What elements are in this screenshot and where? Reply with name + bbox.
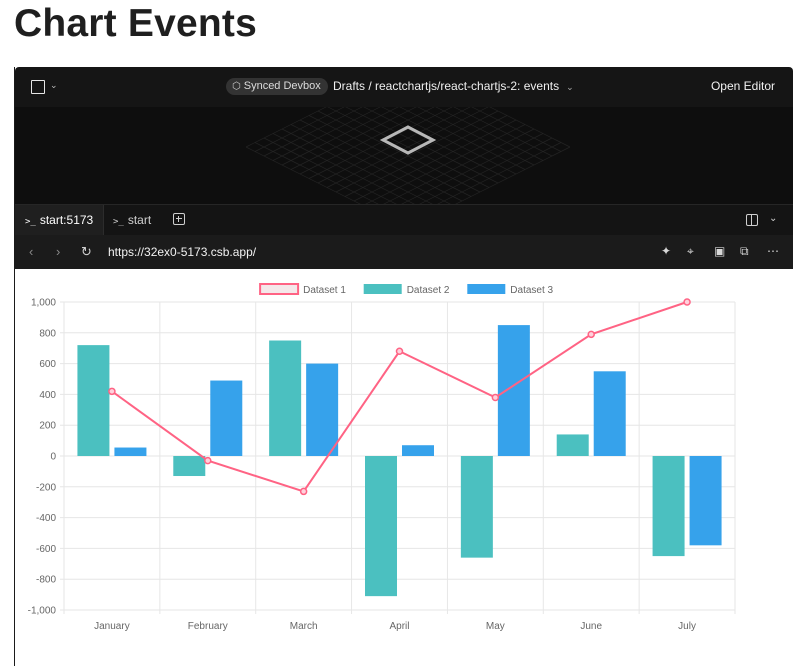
terminal-tabbar: >_ start:5173 >_ start ⌄ [15,204,793,235]
bar-dataset-3 [114,447,147,456]
sandbox-frame: ⌄ ⬡ Synced Devbox Drafts / reactchartjs/r… [14,67,793,666]
bar-dataset-3 [306,363,339,456]
y-tick-label: 200 [39,421,56,432]
terminal-prompt-icon: >_ [25,217,36,227]
chart[interactable]: 1,000 800 600 400 200 0 -200 -400 -600 -800 -1,000… [15,269,793,666]
x-tick-label: April [389,621,409,632]
bar-dataset-3 [497,325,530,456]
line-point [204,456,212,465]
breadcrumb[interactable]: Drafts / reactchartjs/react-chartjs-2: e… [333,79,574,93]
line-point [587,330,595,339]
isometric-grid-graphic [245,107,571,204]
bar-dataset-2 [652,456,685,557]
legend-swatch [363,284,402,294]
browser-urlbar: ‹ › ↻ https://32ex0-5173.csb.app/ ✦ ⌖ ▣ … [15,235,793,269]
legend-label: Dataset 1 [303,285,346,296]
line-point [683,298,691,306]
tab-label: start [127,213,152,227]
badge-label: Synced Devbox [243,80,321,92]
tab-start-5173[interactable]: >_ start:5173 [15,205,105,235]
legend-swatch [259,283,300,295]
y-tick-label: 0 [50,452,56,463]
line-point [395,347,404,356]
terminal-icon[interactable]: ▣ [714,244,725,258]
tab-start[interactable]: >_ start [103,205,161,235]
bar-dataset-3 [210,380,243,456]
page-title: Chart Events [14,2,257,45]
x-tick-label: June [580,621,602,632]
more-icon[interactable]: ⋯ [767,244,779,258]
add-tab-icon[interactable] [173,213,185,225]
bar-dataset-2 [556,434,589,456]
reload-icon[interactable]: ↻ [81,244,92,260]
bar-dataset-2 [269,340,302,456]
y-tick-label: 1,000 [31,298,56,309]
chevron-down-icon[interactable]: ⌄ [769,213,777,224]
y-tick-label: 800 [39,328,56,339]
x-tick-label: March [290,621,318,632]
crosshair-icon[interactable]: ⌖ [687,244,694,259]
y-tick-label: 400 [39,390,56,401]
bar-dataset-3 [593,371,626,456]
tab-label: start:5173 [39,213,94,227]
y-tick-label: -600 [36,544,56,555]
y-tick-label: -200 [36,482,56,493]
legend-swatch [467,284,506,294]
y-tick-label: -400 [36,513,56,524]
bar-dataset-2 [77,345,110,456]
chevron-down-icon[interactable]: ⌄ [566,82,574,92]
chart-area: 1,000 800 600 400 200 0 -200 -400 -600 -800 -1,000… [15,269,793,666]
line-point [108,387,116,396]
bar-dataset-2 [365,456,397,597]
legend-label: Dataset 3 [510,285,553,296]
diamond-logo-icon [379,125,437,155]
x-tick-label: January [94,621,130,632]
bar-dataset-2 [460,456,493,558]
devbox-preview [15,107,793,204]
terminal-prompt-icon: >_ [113,217,124,227]
chevron-down-icon[interactable]: ⌄ [50,80,58,91]
popout-icon[interactable]: ⧉ [740,244,749,259]
bar-dataset-3 [689,456,722,546]
x-tick-label: July [678,621,696,632]
devbox-topbar: ⌄ ⬡ Synced Devbox Drafts / reactchartjs/r… [15,67,793,108]
split-view-icon[interactable] [746,214,758,226]
line-point [491,393,500,402]
url-field[interactable]: https://32ex0-5173.csb.app/ [108,245,256,259]
open-editor-button[interactable]: Open Editor [711,79,775,93]
bar-dataset-2 [173,456,206,477]
sparkle-icon[interactable]: ✦ [661,244,671,258]
synced-devbox-badge[interactable]: ⬡ Synced Devbox [226,78,328,95]
y-tick-label: -800 [36,575,56,586]
breadcrumb-text: Drafts / reactchartjs/react-chartjs-2: e… [333,79,560,93]
x-tick-label: May [486,621,505,632]
line-point [299,487,308,496]
cube-icon: ⬡ [232,81,241,92]
legend-label: Dataset 2 [407,285,450,296]
y-tick-label: -1,000 [28,606,57,617]
back-icon[interactable]: ‹ [29,244,33,259]
menu-square-icon[interactable] [31,80,45,94]
bar-dataset-3 [402,445,434,456]
y-tick-label: 600 [39,359,56,370]
forward-icon[interactable]: › [56,244,60,259]
x-tick-label: February [188,621,228,632]
